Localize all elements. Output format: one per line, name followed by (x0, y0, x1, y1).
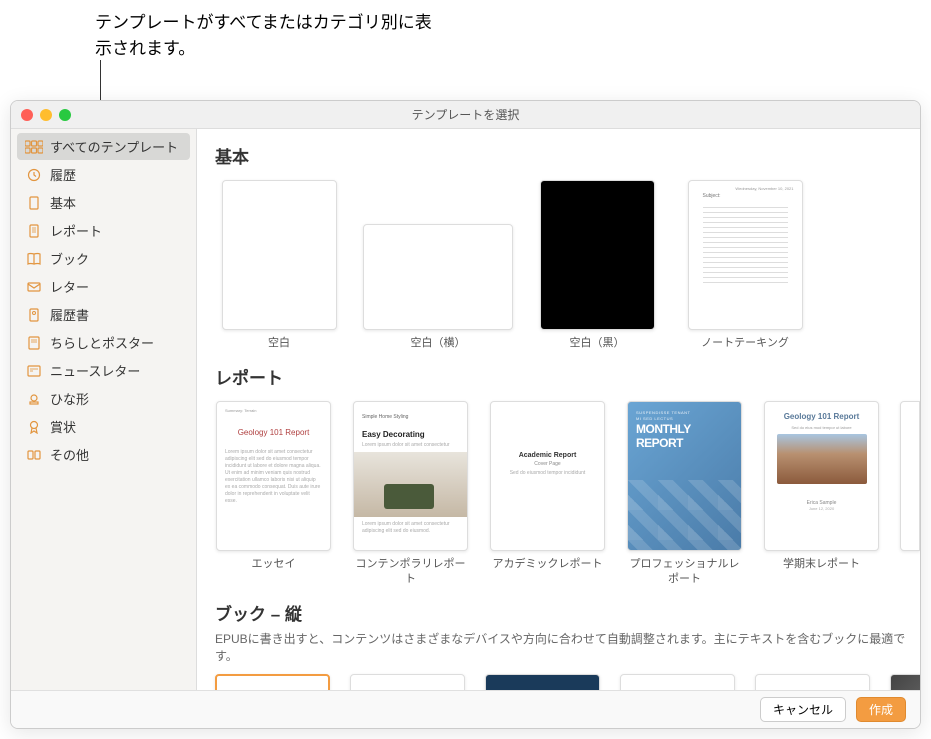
sidebar-item-label: 履歴 (50, 165, 76, 184)
template-thumb: Geology 101 Report Sed do eius mod tempo… (764, 401, 879, 551)
sidebar-item-letter[interactable]: レター (17, 273, 190, 300)
template-label: 学期末レポート (783, 557, 860, 571)
template-thumb: Wednesday, November 10, 2021 Subject: (688, 180, 803, 330)
envelope-icon (25, 280, 43, 294)
template-label: 空白 (268, 336, 290, 350)
template-thumb: Simple Home Styling Easy Decorating Lore… (353, 401, 468, 551)
template-row-basic: 空白 空白（横） 空白（黒） Wednesday, November 10, 2… (215, 180, 920, 350)
misc-icon (25, 448, 43, 462)
sidebar-item-certificate[interactable]: 賞状 (17, 413, 190, 440)
sidebar-item-book[interactable]: ブック (17, 245, 190, 272)
template-term-report[interactable]: Geology 101 Report Sed do eius mod tempo… (763, 401, 880, 586)
footer: キャンセル 作成 (11, 690, 920, 728)
sidebar-item-poster[interactable]: ちらしとポスター (17, 329, 190, 356)
poster-icon (25, 336, 43, 350)
template-thumb: Academic Report Cover Page Sed do eiusmo… (490, 401, 605, 551)
sidebar-item-label: レポート (50, 221, 102, 240)
titlebar: テンプレートを選択 (11, 101, 920, 129)
sidebar-item-other[interactable]: その他 (17, 441, 190, 468)
sidebar-item-label: その他 (50, 445, 89, 464)
content-area: 基本 空白 空白（横） 空白（黒） Wednesday, November 10… (197, 129, 920, 690)
sidebar-item-label: すべてのテンプレート (50, 137, 178, 156)
sidebar-item-label: ニュースレター (50, 361, 140, 380)
news-icon (25, 364, 43, 378)
sidebar-item-report[interactable]: レポート (17, 217, 190, 244)
template-label: 空白（横） (411, 336, 466, 350)
template-book-4[interactable] (620, 674, 735, 690)
close-window-button[interactable] (21, 109, 33, 121)
book-icon (25, 252, 43, 266)
template-book-1[interactable] (215, 674, 330, 690)
template-label: コンテンポラリレポート (352, 557, 469, 586)
template-row-book (215, 674, 920, 690)
section-desc-book: EPUBに書き出すと、コンテンツはさまざまなデバイスや方向に合わせて自動調整され… (215, 631, 920, 665)
template-professional-report[interactable]: SUSPENDISSE TENANT MI SED LECTUS MONTHLY… (626, 401, 743, 586)
sidebar-item-label: ブック (50, 249, 89, 268)
grid-icon (25, 140, 43, 154)
sidebar-item-label: 履歴書 (50, 305, 89, 324)
template-blank[interactable]: 空白 (215, 180, 343, 350)
sidebar-item-recents[interactable]: 履歴 (17, 161, 190, 188)
template-thumb: SUSPENDISSE TENANT MI SED LECTUS MONTHLY… (627, 401, 742, 551)
template-essay[interactable]: Summary: Terrain Geology 101 Report Lore… (215, 401, 332, 586)
traffic-lights (11, 109, 71, 121)
section-title-report: レポート (215, 364, 920, 389)
template-thumb (540, 180, 655, 330)
cancel-button[interactable]: キャンセル (760, 697, 846, 722)
template-book-5[interactable] (755, 674, 870, 690)
sidebar-item-label: レター (50, 277, 89, 296)
window-title: テンプレートを選択 (412, 106, 520, 123)
sidebar-item-label: 基本 (50, 193, 76, 212)
sidebar-item-label: ひな形 (50, 389, 89, 408)
callout-text: テンプレートがすべてまたはカテゴリ別に表示されます。 (95, 10, 435, 61)
sidebar-item-stationery[interactable]: ひな形 (17, 385, 190, 412)
template-chooser-window: テンプレートを選択 すべてのテンプレート 履歴 基本 レポート (10, 100, 921, 729)
template-label: エッセイ (252, 557, 296, 571)
stamp-icon (25, 392, 43, 406)
template-academic-report[interactable]: Academic Report Cover Page Sed do eiusmo… (489, 401, 606, 586)
template-thumb (363, 224, 513, 330)
template-book-3[interactable] (485, 674, 600, 690)
template-book-6[interactable] (890, 674, 920, 690)
sidebar-item-resume[interactable]: 履歴書 (17, 301, 190, 328)
sidebar-item-all-templates[interactable]: すべてのテンプレート (17, 133, 190, 160)
template-contemporary-report[interactable]: Simple Home Styling Easy Decorating Lore… (352, 401, 469, 586)
template-blank-black[interactable]: 空白（黒） (533, 180, 661, 350)
template-thumb (900, 401, 920, 551)
sidebar: すべてのテンプレート 履歴 基本 レポート ブック レター (11, 129, 197, 690)
minimize-window-button[interactable] (40, 109, 52, 121)
person-icon (25, 308, 43, 322)
template-thumb (222, 180, 337, 330)
template-label: アカデミックレポート (493, 557, 603, 571)
template-thumb: Summary: Terrain Geology 101 Report Lore… (216, 401, 331, 551)
sidebar-item-basic[interactable]: 基本 (17, 189, 190, 216)
doc-icon (25, 196, 43, 210)
section-title-book: ブック – 縦 (215, 600, 920, 625)
clock-icon (25, 168, 43, 182)
template-label: ノートテーキング (701, 336, 789, 350)
template-note-taking[interactable]: Wednesday, November 10, 2021 Subject: ノー… (681, 180, 809, 350)
template-book-2[interactable] (350, 674, 465, 690)
doclines-icon (25, 224, 43, 238)
section-title-basic: 基本 (215, 143, 920, 168)
template-blank-landscape[interactable]: 空白（横） (363, 180, 513, 350)
create-button[interactable]: 作成 (856, 697, 906, 722)
sidebar-item-label: ちらしとポスター (50, 333, 154, 352)
template-row-report: Summary: Terrain Geology 101 Report Lore… (215, 401, 920, 586)
template-label: 空白（黒） (570, 336, 625, 350)
ribbon-icon (25, 420, 43, 434)
template-peek-next[interactable] (900, 401, 920, 586)
sidebar-item-newsletter[interactable]: ニュースレター (17, 357, 190, 384)
zoom-window-button[interactable] (59, 109, 71, 121)
sidebar-item-label: 賞状 (50, 417, 76, 436)
template-label: プロフェッショナルレポート (626, 557, 743, 586)
